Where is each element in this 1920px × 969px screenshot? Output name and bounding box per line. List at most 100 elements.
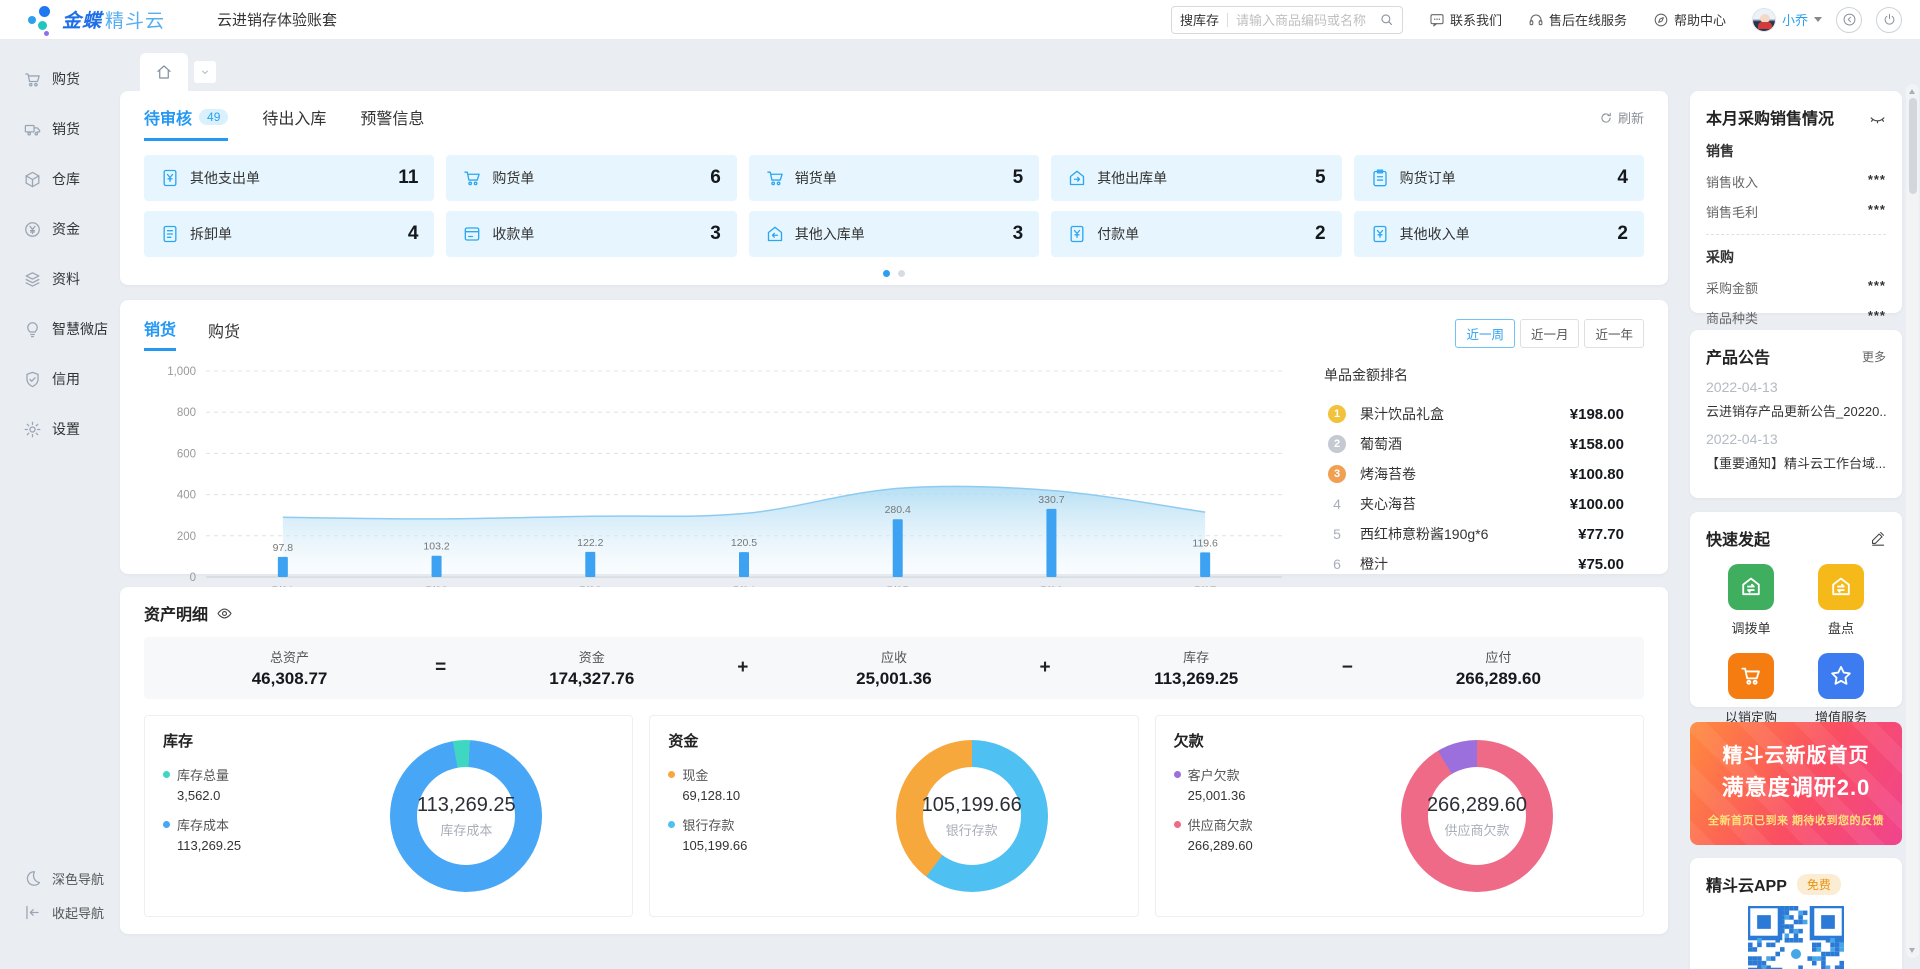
ranking-row-2[interactable]: 3烤海苔卷¥100.80 xyxy=(1324,459,1624,489)
eye-icon[interactable] xyxy=(216,605,233,622)
formula-value: 46,308.77 xyxy=(220,669,360,689)
todo-doc-card-5[interactable]: 拆卸单4 xyxy=(144,211,434,257)
header-link-0[interactable]: 联系我们 xyxy=(1429,10,1502,29)
user-name[interactable]: 小乔 xyxy=(1782,10,1808,29)
page-dot-1[interactable] xyxy=(898,270,905,277)
svg-text:0: 0 xyxy=(190,572,196,584)
todo-doc-label: 销货单 xyxy=(795,168,837,188)
ranking-row-5[interactable]: 6橙汁¥75.00 xyxy=(1324,549,1624,579)
scroll-down-arrow[interactable] xyxy=(1909,948,1915,953)
power-icon xyxy=(1882,12,1897,27)
range-button-1[interactable]: 近一月 xyxy=(1520,319,1580,348)
survey-banner[interactable]: 精斗云新版首页 满意度调研2.0 全新首页已到来 期待收到您的反馈 xyxy=(1690,722,1902,845)
eye-closed-icon[interactable] xyxy=(1869,109,1886,126)
announcement-text[interactable]: 【重要通知】精斗云工作台域... xyxy=(1706,453,1886,472)
scrollbar-thumb[interactable] xyxy=(1909,98,1917,194)
range-button-2[interactable]: 近一年 xyxy=(1584,319,1644,348)
svg-text:122.2: 122.2 xyxy=(577,537,603,549)
sidebar-item-5[interactable]: 智慧微店 xyxy=(0,304,110,354)
star-icon xyxy=(1818,653,1864,699)
app-logo[interactable]: 金蝶 精斗云 xyxy=(26,4,165,36)
product-amount: ¥75.00 xyxy=(1578,556,1624,573)
sidebar-footer-0[interactable]: 深色导航 xyxy=(0,861,110,895)
trend-tab-0[interactable]: 销货 xyxy=(144,316,176,351)
refresh-button[interactable]: 刷新 xyxy=(1599,108,1644,127)
todo-doc-card-3[interactable]: 其他出库单5 xyxy=(1051,155,1341,201)
legend-label: 供应商欠款 xyxy=(1188,815,1253,834)
todo-tab-0[interactable]: 待审核49 xyxy=(144,105,228,141)
ranking-row-3[interactable]: 4夹心海苔¥100.00 xyxy=(1324,489,1624,519)
medal-icon: 3 xyxy=(1328,465,1346,483)
range-button-0[interactable]: 近一周 xyxy=(1455,319,1515,348)
donut-center-value: 113,269.25 xyxy=(417,794,516,817)
header-link-2[interactable]: 帮助中心 xyxy=(1653,10,1726,29)
sidebar-item-3[interactable]: 资金 xyxy=(0,204,110,254)
formula-operator: + xyxy=(1040,657,1051,679)
search-input[interactable]: 请输入商品编码或名称 xyxy=(1236,10,1379,29)
search-scope-label[interactable]: 搜库存 xyxy=(1180,10,1219,29)
pencil-icon[interactable] xyxy=(1870,530,1886,547)
ranking-row-4[interactable]: 5西红柿意粉酱190g*6¥77.70 xyxy=(1324,519,1624,549)
announcement-item-1[interactable]: 2022-04-13 【重要通知】精斗云工作台域... xyxy=(1706,431,1886,472)
header-link-1[interactable]: 售后在线服务 xyxy=(1528,10,1627,29)
todo-doc-card-1[interactable]: 购货单6 xyxy=(446,155,736,201)
quick-action-0[interactable]: 调拨单 xyxy=(1706,564,1796,637)
purchase-cart-icon xyxy=(1728,653,1774,699)
todo-doc-card-2[interactable]: 销货单5 xyxy=(749,155,1039,201)
announcements-title: 产品公告 xyxy=(1706,344,1770,368)
search-icon[interactable] xyxy=(1379,12,1394,27)
inventory-search-box[interactable]: 搜库存 请输入商品编码或名称 xyxy=(1171,6,1403,34)
announcement-item-0[interactable]: 2022-04-13 云进销存产品更新公告_20220... xyxy=(1706,379,1886,420)
sidebar-item-2[interactable]: 仓库 xyxy=(0,154,110,204)
user-menu[interactable]: 小乔 xyxy=(1752,8,1822,32)
todo-doc-card-6[interactable]: 收款单3 xyxy=(446,211,736,257)
ranking-title: 单品金额排名 xyxy=(1324,365,1624,385)
scroll-up-arrow[interactable] xyxy=(1909,89,1915,94)
vertical-scrollbar[interactable] xyxy=(1906,84,1919,958)
todo-doc-card-8[interactable]: 付款单2 xyxy=(1051,211,1341,257)
home-tab[interactable] xyxy=(140,53,188,91)
quick-action-1[interactable]: 盘点 xyxy=(1796,564,1886,637)
legend-item: 供应商欠款 266,289.60 xyxy=(1174,815,1625,853)
monthly-title: 本月采购销售情况 xyxy=(1706,105,1834,129)
eye-closed-icon[interactable] xyxy=(1869,109,1886,126)
todo-doc-card-0[interactable]: 其他支出单11 xyxy=(144,155,434,201)
todo-tab-1[interactable]: 待出入库 xyxy=(262,105,326,138)
announcement-text[interactable]: 云进销存产品更新公告_20220... xyxy=(1706,401,1886,420)
sidebar-footer-1[interactable]: 收起导航 xyxy=(0,895,110,929)
back-button[interactable] xyxy=(1836,7,1862,33)
search-icon[interactable] xyxy=(1379,12,1394,27)
avatar[interactable] xyxy=(1752,8,1776,32)
assets-title: 资产明细 xyxy=(144,601,208,625)
more-link[interactable]: 更多 xyxy=(1862,348,1886,365)
ranking-row-0[interactable]: 1果汁饮品礼盒¥198.00 xyxy=(1324,399,1624,429)
product-name: 果汁饮品礼盒 xyxy=(1360,404,1570,424)
trend-tab-1[interactable]: 购货 xyxy=(208,318,240,350)
sidebar-item-7[interactable]: 设置 xyxy=(0,404,110,454)
todo-tab-2[interactable]: 预警信息 xyxy=(360,105,424,138)
sidebar-item-6[interactable]: 信用 xyxy=(0,354,110,404)
quick-action-3[interactable]: 增值服务 xyxy=(1796,653,1886,726)
sidebar-item-4[interactable]: 资料 xyxy=(0,254,110,304)
page-dot-0[interactable] xyxy=(883,270,890,277)
legend-label: 现金 xyxy=(682,765,708,784)
pencil-icon[interactable] xyxy=(1870,530,1886,546)
ranking-row-1[interactable]: 2葡萄酒¥158.00 xyxy=(1324,429,1624,459)
chat-icon xyxy=(1429,12,1445,28)
quick-action-2[interactable]: 以销定购 xyxy=(1706,653,1796,726)
logout-button[interactable] xyxy=(1876,7,1902,33)
todo-doc-card-7[interactable]: 其他入库单3 xyxy=(749,211,1039,257)
todo-doc-card-9[interactable]: 其他收入单2 xyxy=(1354,211,1644,257)
quick-action-label: 盘点 xyxy=(1828,618,1854,637)
legend-item: 库存总量 3,562.0 xyxy=(163,765,614,803)
eye-icon[interactable] xyxy=(216,605,233,622)
header-link-label: 联系我们 xyxy=(1450,10,1502,29)
sidebar-item-1[interactable]: 销货 xyxy=(0,104,110,154)
monthly-row: 采购金额*** xyxy=(1706,278,1886,297)
quick-actions-title: 快速发起 xyxy=(1706,526,1770,550)
sidebar-item-0[interactable]: 购货 xyxy=(0,54,110,104)
todo-doc-card-4[interactable]: 购货订单4 xyxy=(1354,155,1644,201)
todo-tab-label: 待审核 xyxy=(144,105,192,129)
todo-doc-count: 2 xyxy=(1617,223,1628,245)
tab-dropdown-button[interactable] xyxy=(194,61,216,83)
